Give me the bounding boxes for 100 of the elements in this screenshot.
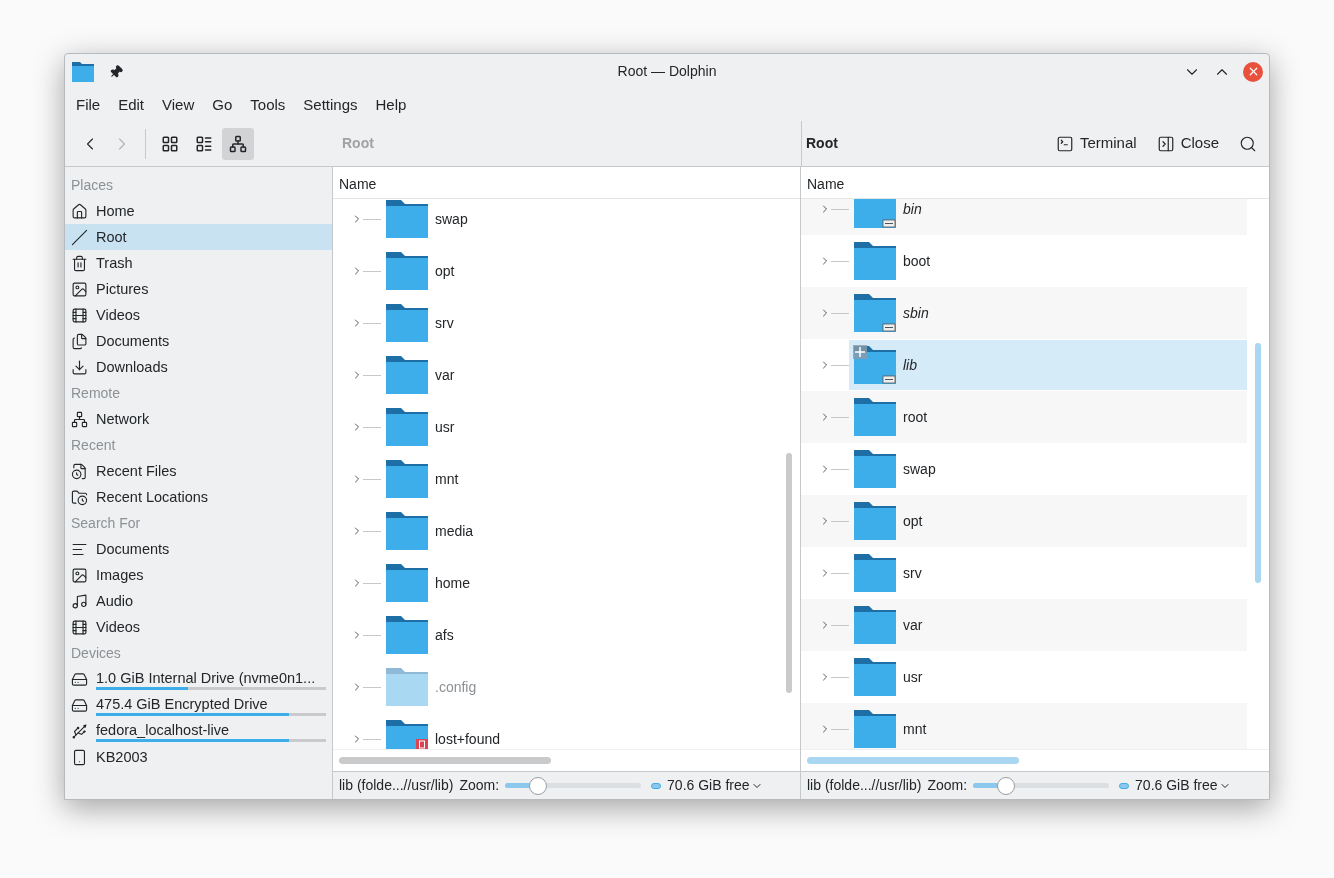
menu-item[interactable]: View	[155, 93, 202, 117]
close-button[interactable]	[1243, 61, 1263, 82]
film-icon	[71, 618, 88, 636]
zoom-slider[interactable]	[505, 775, 642, 796]
toolbar-button[interactable]: Terminal	[1055, 132, 1137, 155]
window-title: Root — Dolphin	[617, 62, 717, 81]
sidebar-label: Images	[96, 566, 145, 584]
location-label[interactable]: Root	[806, 133, 838, 154]
sidebar-label: 475.4 GiB Encrypted Drive	[96, 694, 269, 713]
folder-row[interactable]: swap	[381, 199, 778, 244]
file-name: sbin	[903, 303, 929, 323]
file-clock-icon	[71, 462, 88, 480]
folder-row[interactable]: var	[381, 350, 778, 400]
compact-view-icon	[195, 134, 213, 153]
sidebar-item[interactable]: Images	[65, 562, 332, 588]
sidebar-item[interactable]: Recent Files	[65, 458, 332, 484]
folder-row[interactable]: boot	[849, 236, 1247, 286]
file-name: swap	[903, 459, 936, 479]
column-header[interactable]: Name	[801, 167, 1247, 198]
search-icon[interactable]	[1239, 134, 1257, 153]
file-name: opt	[435, 261, 455, 281]
slash-icon	[71, 228, 88, 246]
sidebar-label: Trash	[96, 254, 134, 272]
folder-row[interactable]: lost+found	[381, 714, 778, 749]
scrollbar[interactable]	[786, 453, 792, 693]
folder-row[interactable]: swap	[849, 444, 1247, 494]
sidebar-item[interactable]: Audio	[65, 588, 332, 614]
folder-clock-icon	[71, 488, 88, 506]
folder-row[interactable]: mnt	[381, 454, 778, 504]
section-heading: Places	[70, 175, 115, 195]
folder-app-icon	[71, 60, 95, 83]
folder-row[interactable]: lib	[849, 340, 1247, 390]
zoom-slider[interactable]	[973, 775, 1110, 796]
folder-row[interactable]: srv	[849, 548, 1247, 598]
menu-item[interactable]: Tools	[243, 93, 293, 117]
file-name: bin	[903, 199, 922, 219]
folder-row[interactable]: media	[381, 506, 778, 556]
folder-row[interactable]: home	[381, 558, 778, 608]
file-name: root	[903, 407, 928, 427]
sidebar-label: Audio	[96, 592, 135, 610]
sidebar-item[interactable]: Downloads	[65, 354, 332, 380]
sidebar-item[interactable]: Home	[65, 198, 332, 224]
menu-item[interactable]: Edit	[111, 93, 152, 117]
sidebar-item[interactable]: 475.4 GiB Encrypted Drive	[65, 692, 332, 718]
sidebar-label: Documents	[96, 332, 171, 350]
sidebar-item[interactable]: Videos	[65, 302, 332, 328]
scrollbar[interactable]	[339, 757, 551, 764]
sidebar-item[interactable]: Root	[65, 224, 332, 250]
folder-row[interactable]: usr	[849, 652, 1247, 702]
sidebar-item[interactable]: Network	[65, 406, 332, 432]
icons-view-icon	[161, 134, 179, 153]
menu-item[interactable]: Settings	[296, 93, 365, 117]
download-icon	[71, 358, 88, 376]
sidebar-item[interactable]: KB2003	[65, 744, 332, 770]
menu-item[interactable]: Help	[368, 93, 414, 117]
documents-icon	[71, 332, 88, 350]
folder-row[interactable]: opt	[381, 246, 778, 296]
sidebar-label: Pictures	[96, 280, 150, 298]
folder-row[interactable]: afs	[381, 610, 778, 660]
file-name: .config	[435, 677, 477, 697]
menu-item[interactable]: File	[69, 93, 108, 117]
toolbar-button[interactable]: Close	[1156, 132, 1219, 155]
free-space-dropdown[interactable]: 70.6 GiB free	[1135, 775, 1231, 796]
sidebar-item[interactable]: Documents	[65, 328, 332, 354]
view-mode-button[interactable]	[222, 127, 254, 160]
sidebar-item[interactable]: Trash	[65, 250, 332, 276]
free-space-dropdown[interactable]: 70.6 GiB free	[667, 775, 763, 796]
phone-icon	[71, 748, 88, 766]
sidebar-item[interactable]: Videos	[65, 614, 332, 640]
sidebar-label: Recent Files	[96, 462, 178, 480]
sidebar-item[interactable]: Pictures	[65, 276, 332, 302]
sidebar-label: fedora_localhost-live	[96, 720, 230, 739]
slider-thumb[interactable]	[528, 776, 547, 795]
close-pane-icon	[1156, 134, 1175, 153]
file-name: opt	[903, 511, 923, 531]
sidebar-label: Root	[96, 228, 128, 246]
file-name: mnt	[903, 719, 927, 739]
file-name: usr	[435, 417, 455, 437]
column-header[interactable]: Name	[333, 167, 778, 198]
folder-row[interactable]: usr	[381, 402, 778, 452]
menu-item[interactable]: Go	[205, 93, 240, 117]
usb-icon	[71, 722, 88, 740]
image-icon	[71, 566, 88, 584]
sidebar-label: Documents	[96, 540, 171, 558]
sidebar-label: Network	[96, 410, 151, 428]
terminal-icon	[1055, 134, 1074, 153]
sidebar-item[interactable]: Documents	[65, 536, 332, 562]
sidebar-item[interactable]: fedora_localhost-live	[65, 718, 332, 744]
status-text: lib (folde...//usr/lib)	[807, 776, 922, 795]
scrollbar[interactable]	[807, 757, 1019, 764]
scrollbar[interactable]	[1255, 343, 1261, 583]
sidebar-item[interactable]: Recent Locations	[65, 484, 332, 510]
zoom-label: Zoom:	[459, 776, 500, 795]
sidebar-label: Recent Locations	[96, 488, 210, 506]
sidebar-item[interactable]: 1.0 GiB Internal Drive (nvme0n1...	[65, 666, 332, 692]
image-icon	[71, 280, 88, 298]
folder-row[interactable]: srv	[381, 298, 778, 348]
file-name: media	[435, 521, 474, 541]
details-view-icon	[229, 134, 247, 153]
slider-thumb[interactable]	[996, 776, 1015, 795]
